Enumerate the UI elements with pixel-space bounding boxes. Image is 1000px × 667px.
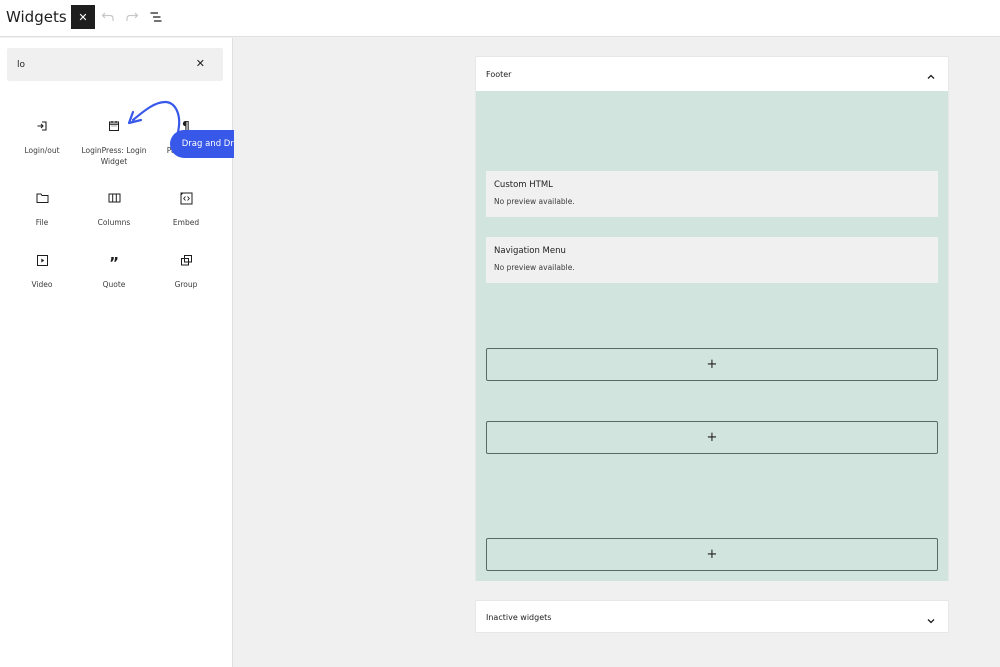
block-search-input[interactable] (17, 56, 177, 73)
widget-preview-text: No preview available. (494, 197, 575, 206)
editor-header: Widgets ✕ (0, 0, 1000, 37)
login-icon (37, 121, 47, 131)
widget-preview-text: No preview available. (494, 263, 575, 272)
block-columns[interactable]: Columns (78, 180, 150, 240)
calendar-icon (109, 121, 119, 131)
columns-icon (108, 193, 120, 203)
widget-custom-html[interactable]: Custom HTML No preview available. (486, 171, 938, 217)
add-block-button[interactable]: + (486, 348, 938, 381)
block-label: Group (174, 280, 198, 289)
quote-icon: ” (109, 254, 119, 272)
block-label: Quote (102, 280, 126, 289)
embed-icon (180, 192, 192, 204)
widget-area-title: Footer (486, 70, 512, 79)
widget-navigation-menu[interactable]: Navigation Menu No preview available. (486, 237, 938, 283)
undo-icon (101, 12, 114, 21)
block-label: LoginPress: Login Widget (81, 146, 147, 166)
widget-area-header[interactable]: Footer (476, 57, 948, 91)
chevron-down-icon (927, 619, 935, 624)
block-label: Video (31, 280, 53, 289)
block-login-out[interactable]: Login/out (6, 108, 78, 168)
widget-area-title: Inactive widgets (486, 613, 552, 622)
redo-icon (126, 12, 139, 21)
block-label: File (35, 218, 49, 227)
block-group[interactable]: Group (150, 242, 222, 302)
group-icon (180, 254, 192, 265)
block-search: ✕ (7, 48, 223, 81)
block-label: Login/out (24, 146, 60, 155)
chevron-up-icon (927, 74, 935, 79)
list-view-icon (150, 12, 162, 22)
block-label: Columns (97, 218, 131, 227)
block-quote[interactable]: ” Quote (78, 242, 150, 302)
block-embed[interactable]: Embed (150, 180, 222, 240)
widget-title: Navigation Menu (494, 246, 566, 256)
widget-title: Custom HTML (494, 180, 553, 190)
add-block-button[interactable]: + (486, 421, 938, 454)
close-icon: ✕ (78, 10, 88, 24)
undo-button[interactable] (99, 8, 117, 26)
clear-search-button[interactable]: ✕ (196, 57, 205, 70)
close-inserter-button[interactable]: ✕ (71, 5, 95, 29)
collapse-toggle[interactable] (926, 67, 936, 86)
expand-toggle[interactable] (926, 611, 936, 630)
list-view-button[interactable] (147, 8, 165, 26)
add-block-button[interactable]: + (486, 538, 938, 571)
widget-area-dropzone[interactable]: Custom HTML No preview available. Naviga… (476, 91, 948, 581)
widget-area-inactive-widgets[interactable]: Inactive widgets (475, 600, 949, 633)
block-label: Embed (172, 218, 200, 227)
folder-icon (36, 193, 48, 203)
widget-area-footer: Footer Custom HTML No preview available.… (475, 56, 949, 581)
page-title: Widgets (6, 8, 67, 26)
video-icon (36, 254, 48, 266)
redo-button[interactable] (123, 8, 141, 26)
block-file[interactable]: File (6, 180, 78, 240)
block-video[interactable]: Video (6, 242, 78, 302)
